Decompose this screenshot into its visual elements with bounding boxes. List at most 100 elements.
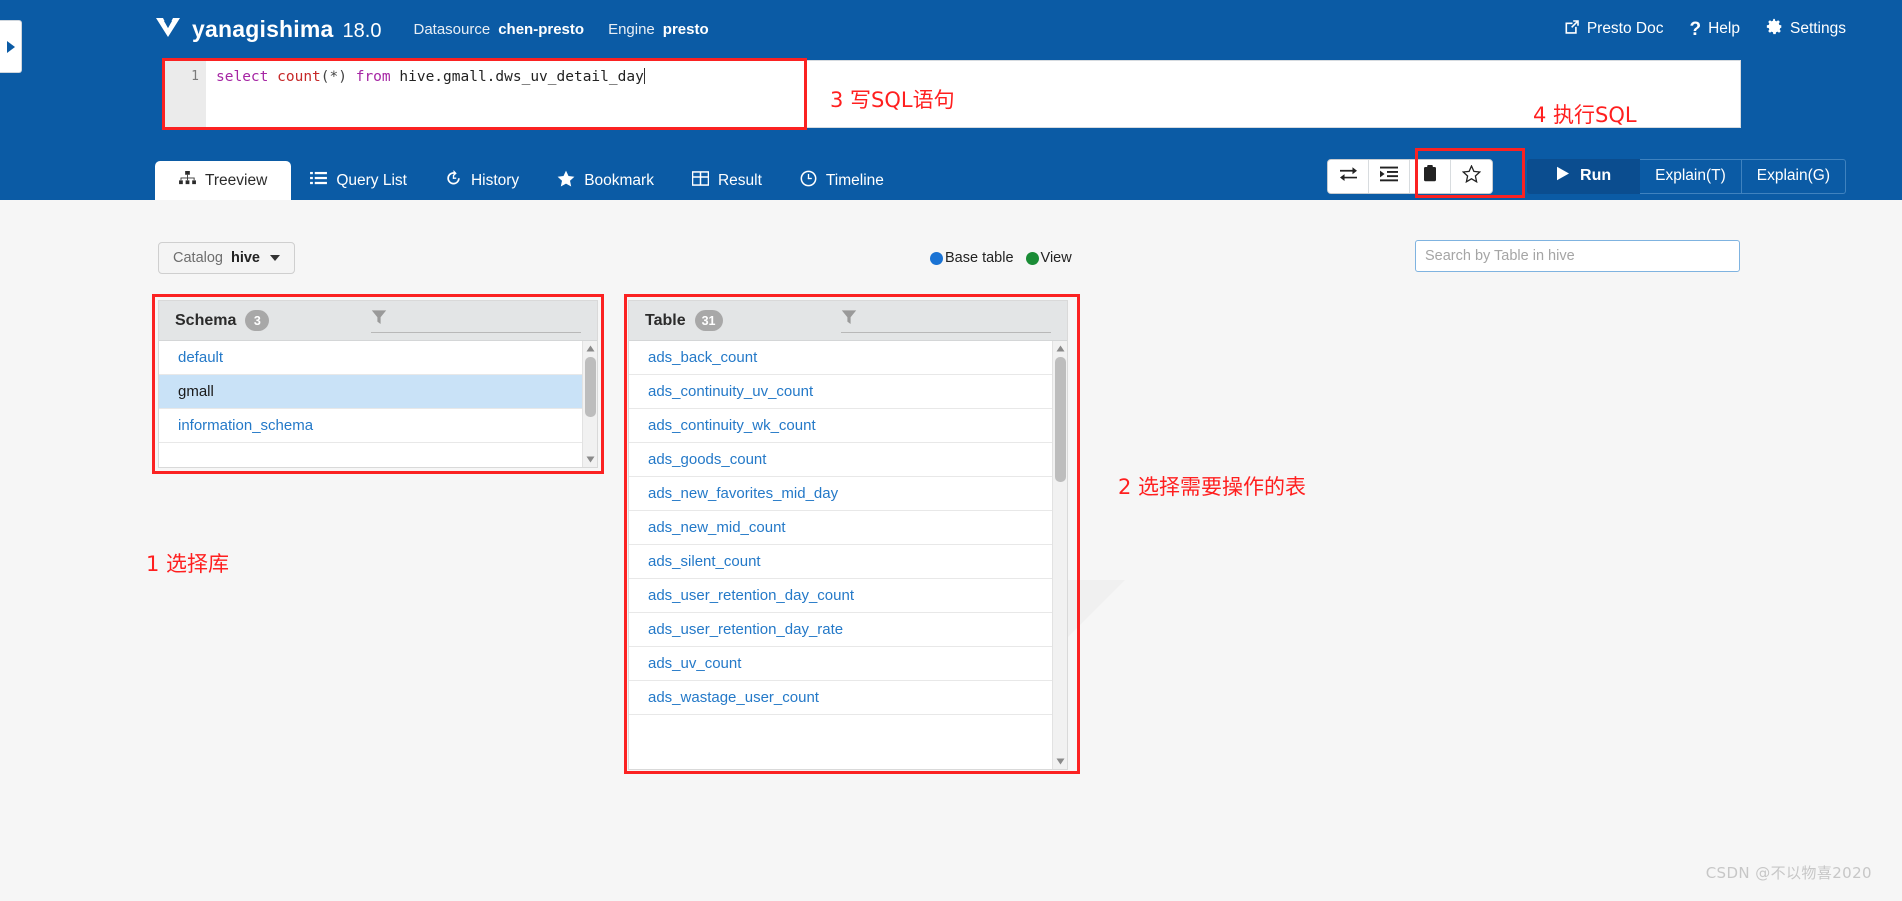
table-scroll-thumb[interactable]	[1055, 357, 1066, 482]
schema-label: gmall	[178, 383, 214, 400]
help-label: Help	[1708, 20, 1740, 37]
legend-view-dot	[1025, 251, 1039, 265]
schema-panel-header: Schema 3	[159, 301, 597, 341]
schema-panel-title: Schema	[175, 311, 237, 329]
table-list-item[interactable]: ads_new_mid_count	[629, 511, 1067, 545]
legend-base-table-label: Base table	[945, 250, 1014, 266]
table-label: ads_back_count	[648, 349, 758, 366]
table-list-item[interactable]: ads_user_retention_day_rate	[629, 613, 1067, 647]
brand[interactable]: yanagishima 18.0	[155, 16, 381, 43]
schema-list-scrollbar[interactable]	[582, 341, 597, 467]
legend-view: View	[1025, 250, 1072, 266]
catalog-dropdown[interactable]: Catalog hive	[158, 242, 295, 274]
play-icon	[1556, 166, 1570, 186]
editor-icon-button-group	[1327, 158, 1494, 194]
indent-icon	[1380, 166, 1399, 187]
table-list-item[interactable]: ads_uv_count	[629, 647, 1067, 681]
list-icon	[310, 171, 328, 191]
editor-code-area[interactable]: select count(*) from hive.gmall.dws_uv_d…	[206, 61, 1740, 127]
yanagishima-logo-icon	[155, 16, 181, 43]
annotation-step3: 3 写SQL语句	[830, 88, 955, 112]
tab-bookmark[interactable]: Bookmark	[538, 161, 673, 200]
background-artifact	[1065, 580, 1125, 640]
explain-g-button[interactable]: Explain(G)	[1741, 158, 1846, 194]
schema-panel: Schema 3 default gmall information_schem…	[158, 300, 598, 468]
bookmark-star-button[interactable]	[1451, 159, 1493, 193]
filter-icon	[841, 309, 857, 330]
table-list-scrollbar[interactable]	[1052, 341, 1067, 769]
run-button[interactable]: Run	[1527, 158, 1641, 194]
filter-icon	[371, 309, 387, 330]
tab-bookmark-label: Bookmark	[584, 171, 654, 189]
table-panel: Table 31 ads_back_count ads_continuity_u…	[628, 300, 1068, 770]
scroll-down-arrow-icon[interactable]	[1053, 754, 1067, 769]
tab-treeview[interactable]: Treeview	[155, 161, 292, 200]
schema-list: default gmall information_schema	[159, 341, 597, 467]
tab-result[interactable]: Result	[673, 161, 781, 200]
question-mark-icon: ?	[1689, 18, 1702, 40]
table-filter-input[interactable]	[863, 309, 1051, 330]
schema-scroll-thumb[interactable]	[585, 357, 596, 417]
indent-button[interactable]	[1369, 159, 1411, 193]
tab-history[interactable]: History	[426, 161, 538, 200]
scroll-up-arrow-icon[interactable]	[583, 341, 597, 356]
table-list-item[interactable]: ads_goods_count	[629, 443, 1067, 477]
table-list-item[interactable]: ads_wastage_user_count	[629, 681, 1067, 715]
watermark: CSDN @不以物喜2020	[1705, 864, 1872, 882]
tab-bar: Treeview Query List History Bookmark Res…	[155, 156, 1902, 200]
brand-name: yanagishima	[192, 15, 334, 42]
tab-query-list[interactable]: Query List	[291, 161, 426, 200]
tab-query-list-label: Query List	[336, 171, 407, 189]
clipboard-button[interactable]	[1410, 159, 1452, 193]
presto-doc-label: Presto Doc	[1586, 20, 1664, 37]
table-list-item[interactable]: ads_back_count	[629, 341, 1067, 375]
schema-label: default	[178, 349, 224, 366]
table-label: ads_new_favorites_mid_day	[648, 485, 839, 502]
swap-button[interactable]	[1328, 159, 1370, 193]
presto-doc-link[interactable]: Presto Doc	[1564, 19, 1664, 40]
table-search-input[interactable]	[1415, 240, 1740, 272]
catalog-label: Catalog	[173, 250, 223, 266]
editor-toolbar: Run Explain(T) Explain(G)	[1327, 156, 1902, 200]
table-filter[interactable]	[841, 309, 1051, 333]
annotation-step2: 2 选择需要操作的表	[1118, 475, 1307, 499]
table-list-item[interactable]: ads_continuity_wk_count	[629, 409, 1067, 443]
table-list-item[interactable]: ads_new_favorites_mid_day	[629, 477, 1067, 511]
table-count-badge: 31	[694, 310, 723, 331]
engine-value[interactable]: presto	[663, 21, 709, 38]
explain-t-button[interactable]: Explain(T)	[1640, 158, 1742, 194]
table-list-item[interactable]: ads_continuity_uv_count	[629, 375, 1067, 409]
schema-list-item-gmall[interactable]: gmall	[159, 375, 597, 409]
app-header: yanagishima 18.0 Datasource chen-presto …	[0, 0, 1902, 58]
tab-timeline[interactable]: Timeline	[781, 161, 903, 200]
tab-timeline-label: Timeline	[825, 171, 884, 189]
table-label: ads_continuity_uv_count	[648, 383, 814, 400]
table-list-item[interactable]: ads_user_retention_day_count	[629, 579, 1067, 613]
header-links: Presto Doc ? Help Settings	[1564, 18, 1846, 40]
schema-list-item-default[interactable]: default	[159, 341, 597, 375]
table-list-item[interactable]: ads_silent_count	[629, 545, 1067, 579]
schema-filter-input[interactable]	[393, 309, 581, 330]
treeview-body: Catalog hive Base table View Schema 3	[0, 200, 1902, 901]
history-icon	[445, 170, 462, 191]
datasource-label: Datasource	[413, 20, 491, 38]
scroll-up-arrow-icon[interactable]	[1053, 341, 1067, 356]
datasource-value[interactable]: chen-presto	[498, 21, 584, 38]
schema-list-item-information-schema[interactable]: information_schema	[159, 409, 597, 443]
legend-base-table: Base table	[930, 250, 1014, 266]
clipboard-icon	[1423, 165, 1437, 187]
clock-icon	[800, 170, 817, 192]
engine-label: Engine	[608, 20, 655, 38]
schema-filter[interactable]	[371, 309, 581, 333]
annotation-step1: 1 选择库	[146, 552, 230, 576]
sitemap-icon	[179, 170, 196, 191]
settings-link[interactable]: Settings	[1766, 18, 1846, 40]
star-outline-icon	[1461, 163, 1482, 188]
schema-count-badge: 3	[245, 310, 270, 331]
sql-parens: (*)	[320, 69, 347, 85]
table-panel-title: Table	[645, 311, 686, 329]
chevron-down-icon	[270, 255, 280, 261]
scroll-down-arrow-icon[interactable]	[583, 452, 597, 467]
help-link[interactable]: ? Help	[1689, 20, 1740, 39]
legend-view-label: View	[1040, 250, 1072, 266]
